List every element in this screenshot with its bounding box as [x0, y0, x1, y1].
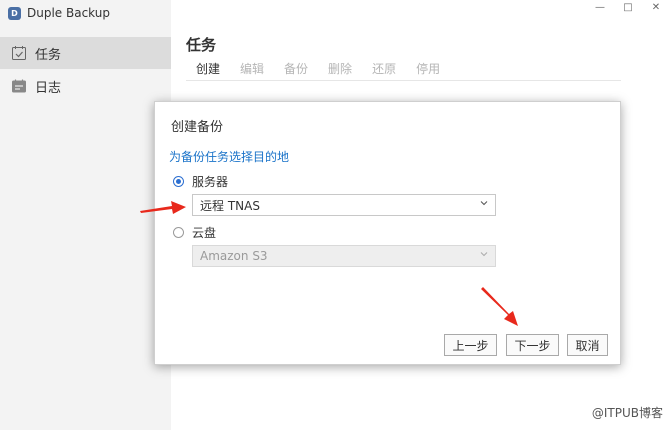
cloud-select[interactable]: Amazon S3 [192, 245, 496, 267]
edit-button[interactable]: 编辑 [230, 60, 274, 80]
next-button[interactable]: 下一步 [506, 334, 559, 356]
delete-button[interactable]: 删除 [318, 60, 362, 80]
app-title-text: Duple Backup [27, 6, 110, 20]
window-controls: — □ ✕ [595, 2, 661, 13]
dialog-title: 创建备份 [171, 120, 224, 135]
prev-button[interactable]: 上一步 [444, 334, 497, 356]
sidebar-item-label: 日志 [35, 80, 62, 96]
backup-button[interactable]: 备份 [274, 60, 318, 80]
page-title: 任务 [186, 36, 217, 54]
close-icon[interactable]: ✕ [651, 2, 661, 13]
server-select-value: 远程 TNAS [200, 198, 260, 213]
chevron-down-icon [480, 252, 488, 257]
app-logo-icon: D [8, 6, 21, 20]
server-select[interactable]: 远程 TNAS [192, 194, 496, 216]
sidebar-item-label: 任务 [35, 47, 62, 63]
disable-button[interactable]: 停用 [406, 60, 450, 80]
server-option-label: 服务器 [192, 175, 229, 189]
arrow-annotation-icon [481, 287, 518, 326]
cloud-option-label: 云盘 [192, 226, 217, 240]
server-radio[interactable] [173, 176, 184, 187]
app-title: D Duple Backup [8, 6, 110, 20]
dialog-subtitle: 为备份任务选择目的地 [169, 150, 290, 164]
watermark: @ITPUB博客 [591, 406, 663, 420]
server-option[interactable]: 服务器 [173, 173, 228, 190]
create-button[interactable]: 创建 [186, 60, 230, 80]
cloud-select-value: Amazon S3 [200, 249, 268, 263]
restore-button[interactable]: 还原 [362, 60, 406, 80]
cloud-radio[interactable] [173, 227, 184, 238]
minimize-icon[interactable]: — [595, 2, 605, 13]
maximize-icon[interactable]: □ [623, 2, 633, 13]
cancel-button[interactable]: 取消 [567, 334, 608, 356]
sidebar-item-tasks[interactable]: 任务 [0, 37, 171, 69]
chevron-down-icon [480, 201, 488, 206]
cloud-option[interactable]: 云盘 [173, 224, 216, 241]
toolbar: 创建 编辑 备份 删除 还原 停用 [186, 60, 621, 81]
sidebar-item-logs[interactable]: 日志 [0, 70, 171, 102]
calendar-list-icon [12, 79, 26, 93]
arrow-annotation-icon [140, 201, 186, 214]
create-backup-dialog: 创建备份 为备份任务选择目的地 服务器 远程 TNAS 云盘 Amazon S3… [154, 101, 621, 365]
calendar-check-icon [12, 46, 26, 60]
